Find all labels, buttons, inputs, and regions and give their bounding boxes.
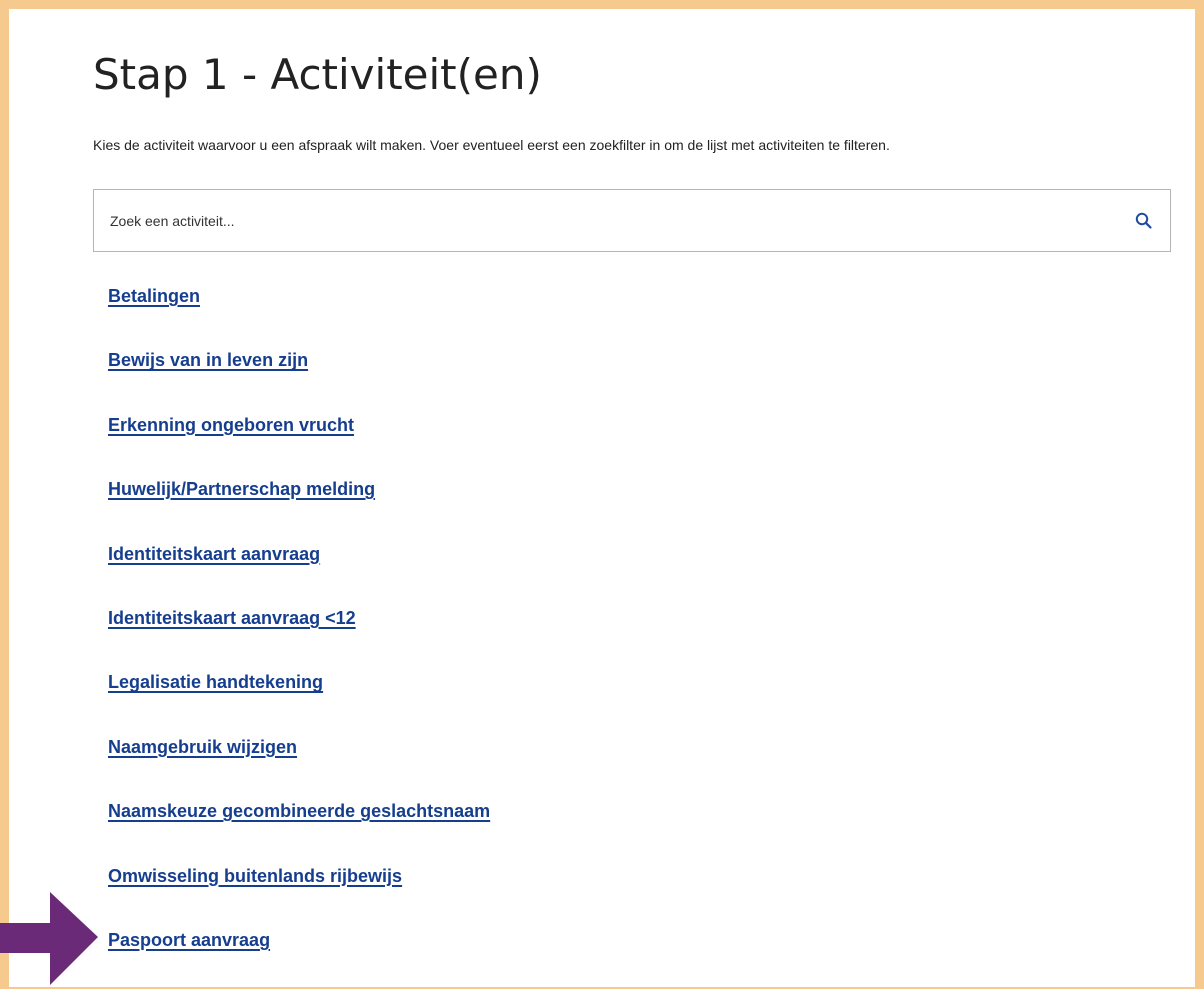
content-panel: Stap 1 - Activiteit(en) Kies de activite… [9, 9, 1195, 987]
activity-link-identiteitskaart-aanvraag[interactable]: Identiteitskaart aanvraag [108, 539, 320, 569]
search-input[interactable] [94, 190, 1170, 251]
activity-link-naamskeuze-gecombineerde-geslachtsnaam[interactable]: Naamskeuze gecombineerde geslachtsnaam [108, 796, 490, 826]
list-item: Paspoort aanvraag [108, 925, 490, 989]
list-item: Identiteitskaart aanvraag <12 [108, 603, 490, 667]
activity-link-huwelijk-partnerschap-melding[interactable]: Huwelijk/Partnerschap melding [108, 474, 375, 504]
activity-link-bewijs-van-in-leven-zijn[interactable]: Bewijs van in leven zijn [108, 345, 308, 375]
activity-list: Betalingen Bewijs van in leven zijn Erke… [108, 281, 490, 989]
list-item: Betalingen [108, 281, 490, 345]
list-item: Identiteitskaart aanvraag [108, 539, 490, 603]
list-item: Naamskeuze gecombineerde geslachtsnaam [108, 796, 490, 860]
activity-link-omwisseling-buitenlands-rijbewijs[interactable]: Omwisseling buitenlands rijbewijs [108, 861, 402, 891]
activity-link-erkenning-ongeboren-vrucht[interactable]: Erkenning ongeboren vrucht [108, 410, 354, 440]
list-item: Legalisatie handtekening [108, 667, 490, 731]
search-box [93, 189, 1171, 252]
list-item: Huwelijk/Partnerschap melding [108, 474, 490, 538]
list-item: Naamgebruik wijzigen [108, 732, 490, 796]
activity-link-naamgebruik-wijzigen[interactable]: Naamgebruik wijzigen [108, 732, 297, 762]
list-item: Bewijs van in leven zijn [108, 345, 490, 409]
activity-link-legalisatie-handtekening[interactable]: Legalisatie handtekening [108, 667, 323, 697]
page-title: Stap 1 - Activiteit(en) [93, 50, 542, 99]
list-item: Erkenning ongeboren vrucht [108, 410, 490, 474]
arrow-right-icon [0, 892, 98, 985]
intro-text: Kies de activiteit waarvoor u een afspra… [93, 137, 890, 153]
activity-link-betalingen[interactable]: Betalingen [108, 281, 200, 311]
search-icon[interactable] [1134, 211, 1154, 231]
list-item: Omwisseling buitenlands rijbewijs [108, 861, 490, 925]
activity-link-identiteitskaart-aanvraag-onder-12[interactable]: Identiteitskaart aanvraag <12 [108, 603, 356, 633]
activity-link-paspoort-aanvraag[interactable]: Paspoort aanvraag [108, 925, 270, 955]
